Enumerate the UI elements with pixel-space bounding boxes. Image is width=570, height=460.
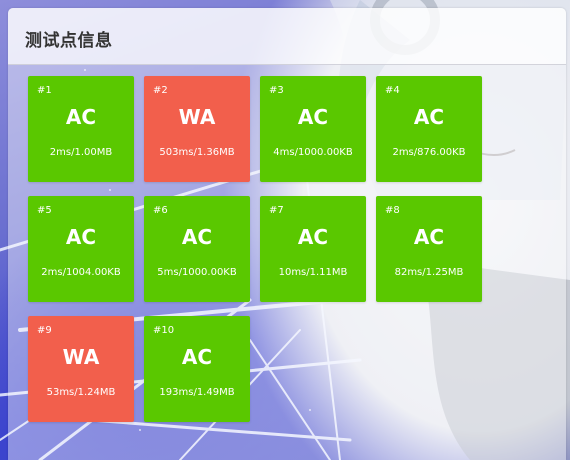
testcase-time-memory: 5ms/1000.00KB bbox=[157, 267, 237, 278]
testcase-status: WA bbox=[62, 345, 100, 369]
testcase-time-memory: 193ms/1.49MB bbox=[159, 387, 235, 398]
testcase-status: AC bbox=[413, 225, 445, 249]
testcase-status: AC bbox=[297, 225, 329, 249]
testcase-number: #2 bbox=[153, 85, 168, 96]
testcase-number: #9 bbox=[37, 325, 52, 336]
testcase-tile[interactable]: #9 WA 53ms/1.24MB bbox=[28, 316, 134, 422]
testcase-status: AC bbox=[65, 105, 97, 129]
testcase-status: WA bbox=[178, 105, 216, 129]
testcase-tile[interactable]: #1 AC 2ms/1.00MB bbox=[28, 76, 134, 182]
testcase-time-memory: 2ms/1.00MB bbox=[49, 147, 113, 158]
testcase-number: #4 bbox=[385, 85, 400, 96]
testcase-number: #5 bbox=[37, 205, 52, 216]
testcase-number: #10 bbox=[153, 325, 175, 336]
testcase-number: #7 bbox=[269, 205, 284, 216]
testcase-tile[interactable]: #6 AC 5ms/1000.00KB bbox=[144, 196, 250, 302]
testcase-number: #6 bbox=[153, 205, 168, 216]
testcase-status: AC bbox=[181, 225, 213, 249]
page: 测试点信息 #1 AC 2ms/1.00MB #2 WA 503ms/1.36M… bbox=[0, 0, 570, 460]
testcase-time-memory: 503ms/1.36MB bbox=[159, 147, 235, 158]
testcase-time-memory: 2ms/1004.00KB bbox=[41, 267, 121, 278]
panel-title: 测试点信息 bbox=[25, 31, 113, 51]
testcase-panel: 测试点信息 #1 AC 2ms/1.00MB #2 WA 503ms/1.36M… bbox=[8, 8, 566, 460]
testcase-tile[interactable]: #10 AC 193ms/1.49MB bbox=[144, 316, 250, 422]
panel-header: 测试点信息 bbox=[8, 8, 566, 65]
testcase-number: #8 bbox=[385, 205, 400, 216]
testcase-tile[interactable]: #8 AC 82ms/1.25MB bbox=[376, 196, 482, 302]
testcase-number: #1 bbox=[37, 85, 52, 96]
testcase-time-memory: 2ms/876.00KB bbox=[392, 147, 466, 158]
testcase-time-memory: 4ms/1000.00KB bbox=[273, 147, 353, 158]
testcase-tile[interactable]: #5 AC 2ms/1004.00KB bbox=[28, 196, 134, 302]
testcase-time-memory: 53ms/1.24MB bbox=[46, 387, 116, 398]
testcase-status: AC bbox=[413, 105, 445, 129]
testcase-tile[interactable]: #4 AC 2ms/876.00KB bbox=[376, 76, 482, 182]
testcase-status: AC bbox=[65, 225, 97, 249]
testcase-status: AC bbox=[181, 345, 213, 369]
testcase-tile[interactable]: #3 AC 4ms/1000.00KB bbox=[260, 76, 366, 182]
testcase-tile[interactable]: #7 AC 10ms/1.11MB bbox=[260, 196, 366, 302]
testcase-tile[interactable]: #2 WA 503ms/1.36MB bbox=[144, 76, 250, 182]
testcase-status: AC bbox=[297, 105, 329, 129]
testcase-time-memory: 10ms/1.11MB bbox=[278, 267, 348, 278]
testcase-number: #3 bbox=[269, 85, 284, 96]
testcase-time-memory: 82ms/1.25MB bbox=[394, 267, 464, 278]
